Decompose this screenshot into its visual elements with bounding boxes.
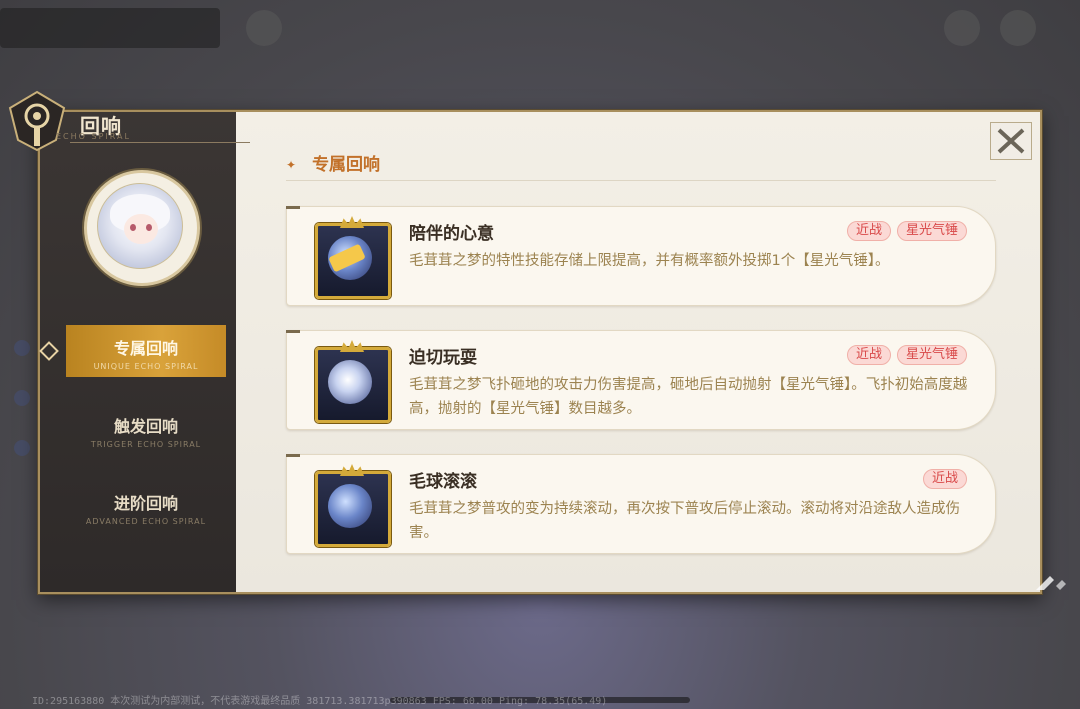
title-divider (70, 142, 250, 143)
card-description: 毛茸茸之梦普攻的变为持续滚动，再次按下普攻后停止滚动。滚动将对沿途敌人造成伤害。 (409, 501, 960, 541)
nav-label: 触发回响 (113, 417, 178, 436)
tag-starlight-hammer: 星光气锤 (896, 345, 967, 365)
tag-melee: 近战 (846, 221, 891, 241)
tag-starlight-hammer: 星光气锤 (896, 221, 967, 241)
section-heading: ✦ 专属回响 (286, 150, 380, 175)
card-tags: 近战 星光气锤 (846, 221, 967, 241)
card-title: 迫切玩耍 (409, 348, 477, 368)
echo-card[interactable]: 毛球滚滚 近战 毛茸茸之梦普攻的变为持续滚动，再次按下普攻后停止滚动。滚动将对沿… (286, 454, 996, 554)
hud-button (1000, 10, 1036, 46)
nav-item-trigger-echo[interactable]: 触发回响 TRIGGER ECHO SPIRAL (66, 403, 226, 455)
nav-label: 进阶回响 (113, 494, 178, 513)
hud-dot (14, 440, 30, 456)
section-divider (286, 180, 996, 181)
nav-sub: UNIQUE ECHO SPIRAL (93, 362, 199, 371)
card-tags: 近战 (922, 469, 967, 489)
hud-dot (14, 390, 30, 406)
hud-button (944, 10, 980, 46)
tag-melee: 近战 (922, 469, 967, 489)
close-icon (997, 128, 1025, 154)
section-title: 专属回响 (312, 155, 381, 175)
nav-item-advanced-echo[interactable]: 进阶回响 ADVANCED ECHO SPIRAL (66, 480, 226, 532)
furball-icon (315, 464, 391, 547)
echo-card[interactable]: 迫切玩耍 近战 星光气锤 毛茸茸之梦飞扑砸地的攻击力伤害提高，砸地后自动抛射【星… (286, 330, 996, 430)
character-avatar (84, 170, 200, 286)
card-title: 毛球滚滚 (409, 472, 477, 492)
card-tags: 近战 星光气锤 (846, 345, 967, 365)
dialog-title-sub: ECHO SPIRAL (56, 132, 131, 141)
hud-top-bar (0, 8, 220, 48)
echo-emblem-icon (8, 90, 66, 152)
hud-dot (14, 340, 30, 356)
close-button[interactable] (990, 122, 1032, 160)
creature-icon (315, 340, 391, 423)
card-title: 陪伴的心意 (409, 224, 494, 244)
hammer-icon (315, 216, 391, 299)
corner-ornament-icon (1036, 576, 1066, 590)
echo-card[interactable]: 陪伴的心意 近战 星光气锤 毛茸茸之梦的特性技能存储上限提高，并有概率额外投掷1… (286, 206, 996, 306)
nav-item-unique-echo[interactable]: 专属回响 UNIQUE ECHO SPIRAL (66, 325, 226, 377)
hud-button (246, 10, 282, 46)
star-bullet-icon: ✦ (286, 158, 297, 172)
card-description: 毛茸茸之梦飞扑砸地的攻击力伤害提高，砸地后自动抛射【星光气锤】。飞扑初始高度越高… (409, 377, 968, 417)
tag-melee: 近战 (846, 345, 891, 365)
nav-sub: TRIGGER ECHO SPIRAL (90, 440, 202, 449)
nav-label: 专属回响 (113, 339, 178, 358)
card-description: 毛茸茸之梦的特性技能存储上限提高，并有概率额外投掷1个【星光气锤】。 (409, 253, 890, 269)
nav-sub: ADVANCED ECHO SPIRAL (85, 517, 207, 526)
debug-footer: ID:295163880 本次测试为内部测试，不代表游戏最终品质 381713.… (32, 696, 608, 707)
